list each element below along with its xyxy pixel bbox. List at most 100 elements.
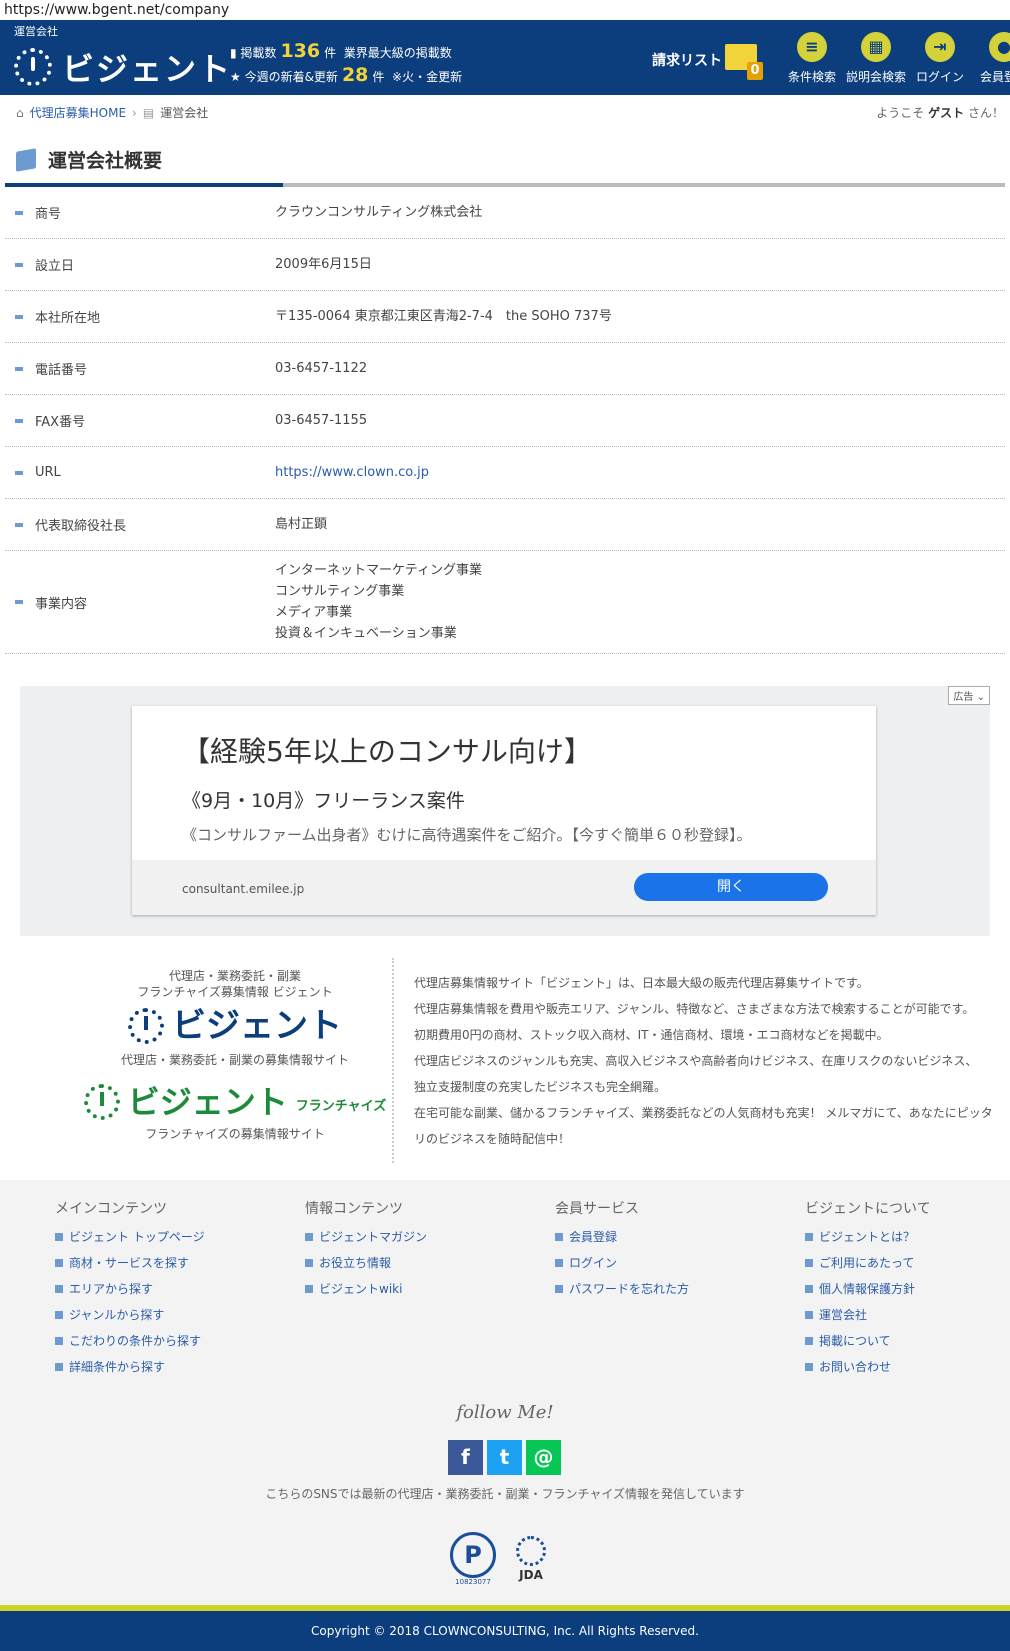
bgent-logo[interactable]: ビジェント [80, 1008, 390, 1044]
listing-unit: 件 [324, 46, 337, 60]
footer-link[interactable]: 掲載について [805, 1328, 1010, 1354]
footer-link[interactable]: 商材・サービスを探す [55, 1250, 305, 1276]
business-list: インターネットマーケティング事業 コンサルティング事業 メディア事業 投資＆インキュベ… [275, 563, 482, 641]
footer-column: ビジェントについて ビジェントとは？ ご利用にあたって 個人情報保護方針 運営会社 掲載… [805, 1198, 1010, 1380]
copyright: Copyright © 2018 CLOWNCONSULTING, Inc. A… [0, 1611, 1010, 1651]
request-count-badge: 0 [747, 62, 763, 80]
table-row: 設立日 2009年6月15日 [5, 239, 1005, 291]
listing-stats: ▮ 掲載数 136 件 業界最大級の掲載数 ★ 今週の新着&更新 28 件 ※火・金更新 [230, 40, 463, 86]
privacy-mark-icon[interactable]: P 10823077 [450, 1532, 496, 1586]
new-note: ※火・金更新 [392, 70, 463, 84]
header-nav: ≡条件検索 ▦説明会検索 ⇥ログイン ●会員登録 [780, 32, 1010, 85]
clock-icon [14, 48, 52, 86]
table-row: 代表取締役社長 島村正顕 [5, 499, 1005, 551]
sns-text: こちらのSNSでは最新の代理店・業務委託・副業・フランチャイズ情報を発信していま… [265, 1487, 745, 1501]
listing-tag: 業界最大級の掲載数 [343, 46, 452, 60]
facebook-icon[interactable]: f [448, 1440, 483, 1475]
ad-tag[interactable]: 広告 ⌄ [948, 686, 990, 705]
ad-body: 《コンサルファーム出身者》むけに高待遇案件をご紹介。【今すぐ簡単６０秒登録】。 [182, 826, 752, 844]
chevron-right-icon: › [132, 105, 137, 120]
footer-link[interactable]: ご利用にあたって [805, 1250, 1010, 1276]
breadcrumb-current: 運営会社 [160, 106, 209, 120]
table-row: 商号 クラウンコンサルティング株式会社 [5, 187, 1005, 239]
logo-caption: 代理店・業務委託・副業の募集情報サイト [120, 1053, 349, 1067]
nav-register[interactable]: ●会員登録 [972, 32, 1010, 85]
site-footer: メインコンテンツ ビジェント トップページ 商材・サービスを探す エリアから探す ジャ… [0, 1180, 1010, 1605]
user-icon: ● [989, 32, 1010, 62]
footer-column: 情報コンテンツ ビジェントマガジン お役立ち情報 ビジェントwiki [305, 1198, 555, 1380]
nav-condition-search[interactable]: ≡ 条件検索 [780, 32, 844, 85]
chevron-down-icon: ⌄ [976, 692, 985, 703]
page-title: 運営会社概要 [16, 146, 162, 173]
franchise-logo[interactable]: ビジェント フランチャイズ [80, 1084, 390, 1120]
table-row: 事業内容 インターネットマーケティング事業 コンサルティング事業 メディア事業 投資＆… [5, 551, 1005, 654]
mail-icon[interactable]: @ [526, 1440, 561, 1475]
tagline: 代理店・業務委託・副業 [168, 969, 301, 983]
footer-column: メインコンテンツ ビジェント トップページ 商材・サービスを探す エリアから探す ジャ… [55, 1198, 305, 1380]
listing-count: 136 [280, 40, 321, 62]
footer-link[interactable]: ビジェントwiki [305, 1276, 555, 1302]
site-header: 運営会社 ビジェント ▮ 掲載数 136 件 業界最大級の掲載数 ★ 今週の新着&更… [0, 20, 1010, 95]
footer-link[interactable]: お問い合わせ [805, 1354, 1010, 1380]
nav-seminar-search[interactable]: ▦ 説明会検索 [844, 32, 908, 85]
tagline: フランチャイズ募集情報 ビジェント [137, 985, 333, 999]
page-icon: ▤ [142, 105, 155, 120]
address-bar[interactable]: https://www.bgent.net/company [0, 0, 1010, 20]
welcome-message: ようこそ ゲスト さん！ [876, 106, 1004, 120]
footer-link[interactable]: お役立ち情報 [305, 1250, 555, 1276]
footer-link[interactable]: 会員登録 [555, 1224, 805, 1250]
footer-column: 会員サービス 会員登録 ログイン パスワードを忘れた方 [555, 1198, 805, 1380]
logo-text: ビジェント [62, 50, 233, 88]
twitter-icon[interactable]: t [487, 1440, 522, 1475]
divider [392, 958, 394, 1163]
footer-link[interactable]: ビジェントマガジン [305, 1224, 555, 1250]
breadcrumb-home[interactable]: 代理店募集HOME [30, 104, 126, 121]
list-icon: ≡ [797, 32, 827, 62]
new-unit: 件 [372, 70, 385, 84]
footer-link[interactable]: エリアから探す [55, 1276, 305, 1302]
cube-icon [16, 147, 36, 172]
footer-link[interactable]: ビジェントとは？ [805, 1224, 1010, 1250]
footer-link[interactable]: 個人情報保護方針 [805, 1276, 1010, 1302]
clock-icon [83, 1084, 120, 1120]
footer-link[interactable]: ビジェント トップページ [55, 1224, 305, 1250]
footer-link[interactable]: ジャンルから探す [55, 1302, 305, 1328]
request-list-link[interactable]: 請求リスト [652, 50, 722, 70]
certification-badges: P 10823077 JDA [450, 1532, 548, 1586]
calendar-icon: ▦ [861, 32, 891, 62]
clock-icon [128, 1008, 164, 1044]
ad-card[interactable]: 【経験5年以上のコンサル向け】 《9月・10月》フリーランス案件 《コンサルファ… [132, 706, 876, 915]
jda-icon[interactable]: JDA [514, 1536, 548, 1586]
ad-banner: 広告 ⌄ 【経験5年以上のコンサル向け】 《9月・10月》フリーランス案件 《コ… [20, 686, 990, 936]
new-count: 28 [341, 64, 369, 86]
breadcrumb: ⌂ 代理店募集HOME › ▤ 運営会社 [16, 104, 208, 121]
company-url-link[interactable]: https://www.clown.co.jp [275, 462, 429, 483]
listing-label: 掲載数 [240, 46, 277, 60]
folder-icon[interactable]: 0 [725, 44, 763, 80]
sns-links: f t @ [448, 1440, 561, 1475]
footer-link[interactable]: 詳細条件から探す [55, 1354, 305, 1380]
home-icon: ⌂ [16, 105, 24, 120]
header-caption: 運営会社 [14, 25, 58, 38]
company-table: 商号 クラウンコンサルティング株式会社 設立日 2009年6月15日 本社所在地 〒1… [5, 187, 1005, 654]
footer-link[interactable]: 運営会社 [805, 1302, 1010, 1328]
about-section: 代理店・業務委託・副業 フランチャイズ募集情報 ビジェント ビジェント 代理店・… [0, 958, 1010, 1180]
about-text: 代理店募集情報サイト「ビジェント」は、日本最大級の販売代理店募集サイトです。 代理… [414, 976, 993, 1146]
nav-login[interactable]: ⇥ ログイン [908, 32, 972, 85]
table-row: URL https://www.clown.co.jp [5, 447, 1005, 499]
ad-headline: 【経験5年以上のコンサル向け】 [182, 735, 592, 768]
footer-link[interactable]: ログイン [555, 1250, 805, 1276]
table-row: 電話番号 03-6457-1122 [5, 343, 1005, 395]
table-row: 本社所在地 〒135-0064 東京都江東区青海2-7-4 the SOHO 73… [5, 291, 1005, 343]
ad-open-button[interactable]: 開く [634, 873, 828, 901]
footer-link[interactable]: こだわりの条件から探す [55, 1328, 305, 1354]
ad-domain: consultant.emilee.jp [182, 882, 305, 896]
ad-subhead: 《9月・10月》フリーランス案件 [182, 790, 465, 812]
footer-link[interactable]: パスワードを忘れた方 [555, 1276, 805, 1302]
table-row: FAX番号 03-6457-1155 [5, 395, 1005, 447]
logo-caption: フランチャイズの募集情報サイト [145, 1127, 325, 1141]
follow-heading: follow Me! [456, 1402, 554, 1423]
new-label: 今週の新着&更新 [244, 70, 338, 84]
login-icon: ⇥ [925, 32, 955, 62]
site-logo[interactable]: ビジェント [14, 44, 232, 90]
